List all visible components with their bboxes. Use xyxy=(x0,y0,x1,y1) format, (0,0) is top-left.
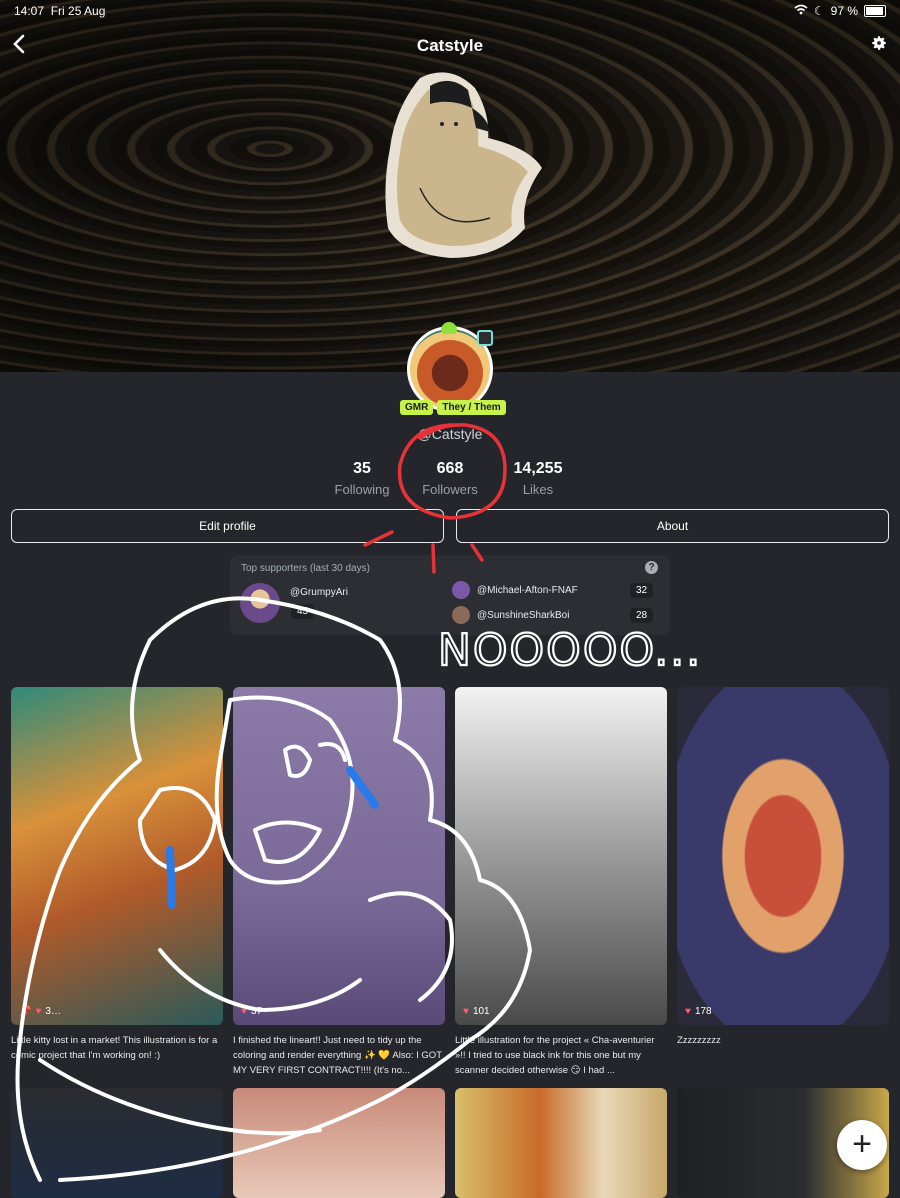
add-post-button[interactable]: + xyxy=(837,1120,887,1170)
pin-icon: 📌 xyxy=(19,1006,32,1017)
profile-badges: GMR They / Them xyxy=(400,400,506,415)
supporter-name-3[interactable]: @SunshineSharkBoi xyxy=(477,610,569,621)
supporter-avatar-3[interactable] xyxy=(452,606,470,624)
supporter-count-3: 28 xyxy=(630,608,654,623)
post-card-4[interactable]: ♥ 178 xyxy=(677,687,889,1025)
status-date: Fri 25 Aug xyxy=(50,4,106,18)
post-likes-count-4: 178 xyxy=(694,1006,712,1017)
frog-icon xyxy=(441,322,457,334)
wifi-icon xyxy=(794,4,808,18)
post-card-5[interactable] xyxy=(11,1088,223,1198)
status-time-date: 14:07 Fri 25 Aug xyxy=(14,4,105,18)
supporters-title: Top supporters (last 30 days) xyxy=(241,563,370,574)
top-supporters-panel: Top supporters (last 30 days) ? @GrumpyA… xyxy=(230,555,670,635)
supporter-count-1: 45 xyxy=(291,604,315,619)
profile-stats: 35 Following 668 Followers 14,255 Likes xyxy=(0,460,900,500)
status-bar: 14:07 Fri 25 Aug ☾ 97 % xyxy=(0,0,900,22)
badge-pronouns: They / Them xyxy=(437,400,506,415)
supporter-name-1[interactable]: @GrumpyAri xyxy=(290,587,348,598)
post-card-3[interactable]: ♥ 101 xyxy=(455,687,667,1025)
post-likes-count-2: 37 xyxy=(250,1006,263,1017)
post-card-1[interactable]: 📌 ♥ 3… xyxy=(11,687,223,1025)
about-button[interactable]: About xyxy=(456,509,889,543)
avatar-frame-badge-icon xyxy=(477,330,493,346)
heart-icon: ♥ xyxy=(241,1006,247,1017)
post-likes-count-1: 3… xyxy=(45,1006,61,1017)
battery-icon xyxy=(864,5,886,17)
moon-icon: ☾ xyxy=(813,4,825,18)
profile-username: @Catstyle xyxy=(417,426,483,442)
heart-icon: ♥ xyxy=(35,1006,42,1017)
post-likes-count-3: 101 xyxy=(472,1006,490,1017)
status-time: 14:07 xyxy=(14,4,45,18)
post-likes-4: ♥ 178 xyxy=(685,1006,712,1017)
post-card-2[interactable]: ♥ 37 xyxy=(233,687,445,1025)
post-likes-2: ♥ 37 xyxy=(241,1006,262,1017)
supporter-avatar-2[interactable] xyxy=(452,581,470,599)
stat-likes-label: Likes xyxy=(522,482,554,497)
nav-bar: Catstyle xyxy=(0,28,900,64)
supporter-name-2[interactable]: @Michael-Afton-FNAF xyxy=(477,585,578,596)
post-likes-3: ♥ 101 xyxy=(463,1006,490,1017)
supporter-count-2: 32 xyxy=(630,583,654,598)
badge-gmr: GMR xyxy=(400,400,434,415)
banner-ghost-sticker xyxy=(380,68,550,273)
battery-text: 97 % xyxy=(830,4,858,18)
stat-likes-value: 14,255 xyxy=(513,460,563,477)
edit-profile-button[interactable]: Edit profile xyxy=(11,509,444,543)
post-card-6[interactable] xyxy=(233,1088,445,1198)
status-right: ☾ 97 % xyxy=(794,4,886,18)
stat-likes[interactable]: 14,255 Likes xyxy=(483,460,593,497)
page-title: Catstyle xyxy=(416,36,484,55)
supporter-avatar-1[interactable] xyxy=(240,583,280,623)
post-caption-1: Little kitty lost in a market! This illu… xyxy=(11,1035,218,1061)
post-caption-4: Zzzzzzzzz xyxy=(677,1035,721,1046)
heart-icon: ♥ xyxy=(685,1006,691,1017)
post-likes-1: 📌 ♥ 3… xyxy=(19,1006,61,1017)
help-icon[interactable]: ? xyxy=(645,561,658,574)
gear-icon[interactable] xyxy=(870,34,888,58)
post-caption-2: I finished the lineart!! Just need to ti… xyxy=(233,1035,442,1076)
heart-icon: ♥ xyxy=(463,1006,469,1017)
post-card-7[interactable] xyxy=(455,1088,667,1198)
post-caption-3: Little illustration for the project « Ch… xyxy=(455,1035,655,1076)
